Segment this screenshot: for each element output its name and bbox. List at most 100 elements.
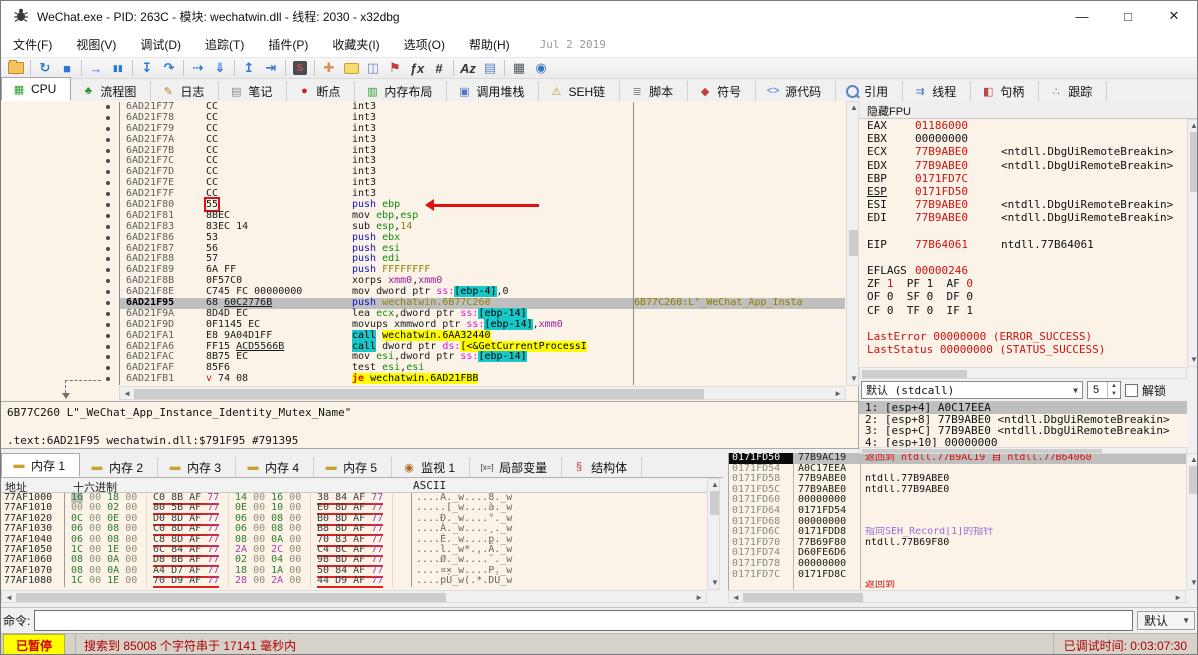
- dump-hscrollbar[interactable]: ◄ ►: [1, 590, 707, 603]
- comment-icon[interactable]: [340, 59, 362, 77]
- tab-断点[interactable]: ● 断点: [287, 81, 356, 101]
- breakpoint-gutter[interactable]: [93, 102, 120, 113]
- tab-调用堆栈[interactable]: ▣ 调用堆栈: [447, 81, 540, 101]
- spinner-down-icon[interactable]: ▼: [1108, 390, 1120, 398]
- tab-引用[interactable]: 引用: [836, 81, 904, 101]
- breakpoint-gutter[interactable]: [93, 254, 120, 266]
- bottom-tab-监视 1[interactable]: ◉ 监视 1: [392, 457, 471, 477]
- breakpoint-gutter[interactable]: [93, 134, 120, 146]
- tab-笔记[interactable]: ▤ 笔记: [219, 81, 288, 101]
- tab-流程图[interactable]: ♣ 流程图: [71, 81, 152, 101]
- stack-row[interactable]: 0171FD78 00000000: [729, 558, 1186, 570]
- label-icon[interactable]: ◫: [362, 59, 384, 77]
- hash-icon[interactable]: #: [428, 59, 450, 77]
- breakpoint-gutter[interactable]: [93, 276, 120, 288]
- register-row[interactable]: EAX 01186000: [859, 119, 1187, 132]
- bookmark-icon[interactable]: ⚑: [384, 59, 406, 77]
- breakpoint-gutter[interactable]: [93, 330, 120, 342]
- bottom-tab-内存 3[interactable]: ▬ 内存 3: [158, 457, 237, 477]
- s-breakpoint-icon[interactable]: S: [289, 59, 311, 77]
- device-icon[interactable]: ▤: [479, 59, 501, 77]
- dump-vscrollbar[interactable]: ▲ ▼: [707, 478, 720, 590]
- tab-跟踪[interactable]: ∴ 跟踪: [1039, 81, 1108, 101]
- dump-row[interactable]: 77AF1080 1C 00 1E 00 70 D9 AF 77 28 00 2A 0…: [1, 575, 707, 589]
- breakpoint-gutter[interactable]: [93, 232, 120, 244]
- calling-convention-dropdown[interactable]: 默认 (stdcall) ▼: [861, 381, 1083, 399]
- unlock-checkbox[interactable]: 解锁: [1125, 382, 1166, 399]
- hide-fpu-button[interactable]: 隐藏FPU: [859, 101, 1197, 119]
- tab-源代码[interactable]: <> 源代码: [756, 81, 837, 101]
- register-row[interactable]: ZF 1 PF 1 AF 0: [859, 277, 1187, 290]
- breakpoint-gutter[interactable]: [93, 112, 120, 124]
- calculator-icon[interactable]: ▦: [508, 59, 530, 77]
- menu-favourites[interactable]: 收藏夹(I): [320, 32, 391, 57]
- step-into-icon[interactable]: ↧: [136, 59, 158, 77]
- tab-内存布局[interactable]: ▥ 内存布局: [355, 81, 448, 101]
- breakpoint-gutter[interactable]: [93, 167, 120, 179]
- open-file-icon[interactable]: [5, 59, 27, 77]
- command-input[interactable]: [34, 610, 1133, 631]
- tab-SEH链[interactable]: ⚠ SEH链: [539, 81, 621, 101]
- function-icon[interactable]: ƒx: [406, 59, 428, 77]
- bottom-tab-结构体[interactable]: § 结构体: [562, 457, 643, 477]
- register-row[interactable]: ESP 0171FD50: [859, 185, 1187, 198]
- stop-icon[interactable]: ■: [56, 59, 78, 77]
- menu-debug[interactable]: 调试(D): [128, 32, 193, 57]
- bottom-tab-内存 5[interactable]: ▬ 内存 5: [314, 457, 393, 477]
- breakpoint-gutter[interactable]: [93, 363, 120, 375]
- execute-till-return-icon[interactable]: ↥: [238, 59, 260, 77]
- register-row[interactable]: LastError 00000000 (ERROR_SUCCESS): [859, 330, 1187, 343]
- run-icon[interactable]: →: [85, 59, 107, 77]
- stack-pane[interactable]: 0171FD50 77B9AC19 返回到 ntdll.77B9AC19 自 ntd…: [728, 453, 1186, 590]
- internet-icon[interactable]: ◉: [530, 59, 552, 77]
- step-out-icon[interactable]: ⇓: [209, 59, 231, 77]
- tab-脚本[interactable]: ≣ 脚本: [620, 81, 689, 101]
- close-button[interactable]: ✕: [1151, 1, 1197, 31]
- breakpoint-gutter[interactable]: [93, 298, 120, 309]
- menu-view[interactable]: 视图(V): [64, 32, 128, 57]
- breakpoint-gutter[interactable]: [93, 156, 120, 168]
- restart-icon[interactable]: ↻: [34, 59, 56, 77]
- breakpoint-gutter[interactable]: [93, 308, 120, 320]
- register-row[interactable]: EBX 00000000: [859, 132, 1187, 145]
- patch-icon[interactable]: ✚: [318, 59, 340, 77]
- menu-file[interactable]: 文件(F): [1, 32, 64, 57]
- stack-row[interactable]: 0171FD7C 0171FD8C: [729, 569, 1186, 581]
- tab-线程[interactable]: ⇉ 线程: [903, 81, 972, 101]
- stack-row[interactable]: 0171FD50 77B9AC19 返回到 ntdll.77B9AC19 自 ntd…: [729, 453, 1186, 464]
- disassembly-pane[interactable]: 6AD21F77 CC int3 6AD21F78 CC int3 6AD21F79 CC in…: [1, 101, 859, 401]
- disasm-vscrollbar[interactable]: ▲ ▼: [846, 101, 859, 386]
- breakpoint-gutter[interactable]: [93, 123, 120, 135]
- breakpoint-gutter[interactable]: [93, 352, 120, 364]
- tab-符号[interactable]: ◆ 符号: [688, 81, 757, 101]
- registers-hscrollbar[interactable]: [859, 367, 1187, 379]
- stack-row[interactable]: 0171FD64 0171FD54: [729, 505, 1186, 517]
- breakpoint-gutter[interactable]: [93, 341, 120, 353]
- tab-日志[interactable]: ✎ 日志: [151, 81, 220, 101]
- argument-row[interactable]: 1: [esp+4] A0C17EEA: [859, 402, 1187, 414]
- register-row[interactable]: EBP 0171FD7C: [859, 172, 1187, 185]
- stack-hscrollbar[interactable]: ◄ ►: [728, 590, 1186, 603]
- breakpoint-gutter[interactable]: [93, 178, 120, 190]
- bottom-tab-内存 2[interactable]: ▬ 内存 2: [80, 457, 159, 477]
- checkbox-icon[interactable]: [1125, 383, 1138, 397]
- register-row[interactable]: EDX 77B9ABE0 <ntdll.DbgUiRemoteBreakin>: [859, 159, 1187, 172]
- menu-trace[interactable]: 追踪(T): [193, 32, 256, 57]
- arguments-hscrollbar[interactable]: [859, 447, 1187, 454]
- tab-CPU[interactable]: ▦ CPU: [1, 77, 72, 101]
- registers-list[interactable]: EAX 01186000 EBX 00000000 ECX 77B9ABE0 <ntdll.…: [859, 119, 1187, 367]
- tab-句柄[interactable]: ◧ 句柄: [971, 81, 1040, 101]
- pause-icon[interactable]: ▮▮: [107, 59, 129, 77]
- disasm-hscrollbar[interactable]: ◄ ►: [119, 386, 846, 400]
- bottom-tab-内存 1[interactable]: ▬ 内存 1: [1, 453, 81, 477]
- args-depth-spinner[interactable]: 5 ▲ ▼: [1087, 381, 1121, 399]
- breakpoint-gutter[interactable]: [93, 189, 120, 201]
- register-row[interactable]: OF 0 SF 0 DF 0: [859, 290, 1187, 303]
- spinner-up-icon[interactable]: ▲: [1108, 382, 1120, 390]
- register-row[interactable]: LastStatus 00000000 (STATUS_SUCCESS): [859, 343, 1187, 356]
- disasm-row[interactable]: 6AD21FB1 v 74 08 je wechatwin.6AD21FBB: [93, 373, 845, 386]
- register-row[interactable]: EIP 77B64061 ntdll.77B64061: [859, 238, 1187, 251]
- breakpoint-gutter[interactable]: [93, 319, 120, 331]
- arguments-view[interactable]: 1: [esp+4] A0C17EEA 2: [esp+8] 77B9ABE0 <…: [859, 401, 1187, 448]
- breakpoint-gutter[interactable]: [93, 221, 120, 233]
